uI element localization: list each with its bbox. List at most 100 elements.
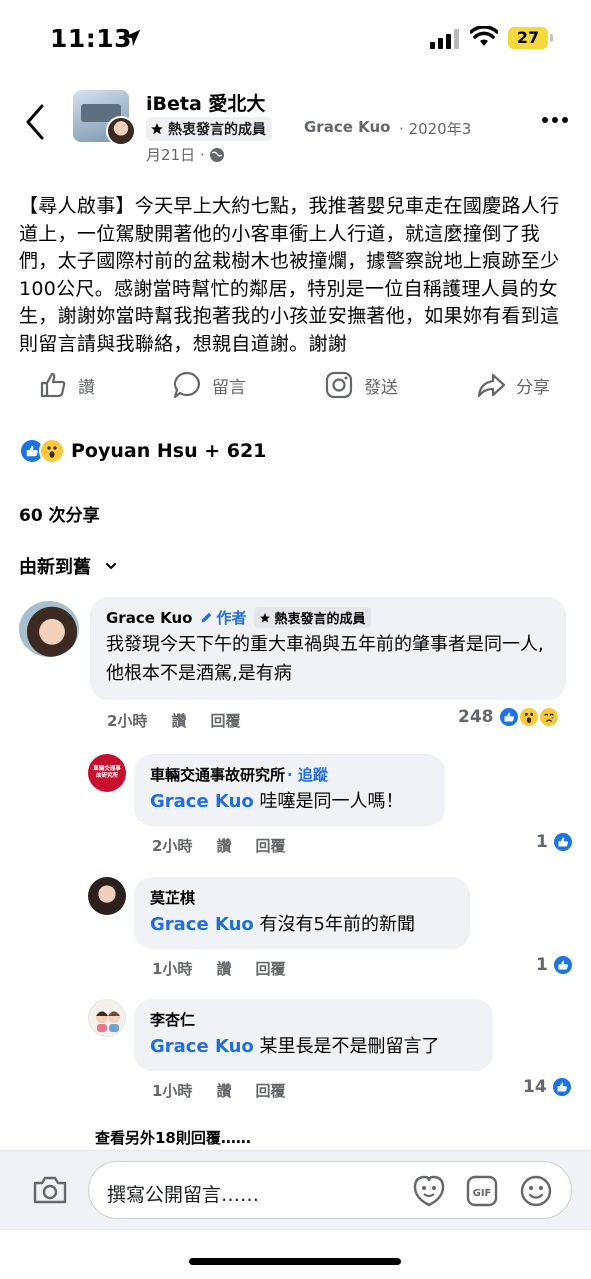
reply-body: 有沒有5年前的新聞 bbox=[253, 914, 415, 935]
instagram-icon bbox=[325, 371, 353, 399]
wow-reaction-icon bbox=[517, 706, 540, 728]
avatar-logo-text: 車輛交通事故研究所 bbox=[93, 766, 121, 779]
battery-cap bbox=[550, 34, 553, 42]
like-reaction-icon bbox=[551, 954, 574, 976]
reply-body: 某里長是不是刪留言了 bbox=[253, 1036, 440, 1057]
commenter-avatar[interactable] bbox=[88, 999, 126, 1037]
reply-reaction-count[interactable]: 1 bbox=[536, 831, 574, 853]
post-header: iBeta 愛北大 熱衷發言的成員 Grace Kuo · 2020年3 月21… bbox=[0, 80, 591, 170]
reply-meta: 1小時 讚 回覆 bbox=[152, 958, 285, 979]
cartoon-couple-icon bbox=[96, 1011, 120, 1032]
comment-author[interactable]: Grace Kuo bbox=[106, 609, 192, 627]
reply-body: 哇噻是同一人嗎！ bbox=[253, 791, 404, 812]
reply-reaction-count[interactable]: 1 bbox=[536, 954, 574, 976]
comment-input-placeholder: 撰寫公開留言…… bbox=[107, 1184, 260, 1206]
reply-meta: 1小時 讚 回覆 bbox=[152, 1080, 285, 1101]
reply-author[interactable]: 莫芷棋 bbox=[150, 887, 195, 908]
star-icon bbox=[151, 123, 163, 135]
badge-label: 熱衷發言的成員 bbox=[168, 122, 266, 138]
commenter-avatar[interactable]: 車輛交通事故研究所 bbox=[88, 754, 126, 792]
comment-text: 我發現今天下午的重大車禍與五年前的肇事者是同一人,他根本不是酒駕,是有病 bbox=[106, 634, 544, 684]
group-name[interactable]: iBeta 愛北大 bbox=[146, 89, 265, 116]
status-bar: 11:13 27 bbox=[0, 0, 591, 80]
reply-bubble: 李杏仁 Grace Kuo 某里長是不是刪留言了 bbox=[134, 999, 493, 1071]
mention-link[interactable]: Grace Kuo bbox=[150, 791, 254, 812]
view-more-replies-link[interactable]: 查看另外18則回覆…… bbox=[95, 1127, 251, 1148]
reaction-summary[interactable]: Poyuan Hsu + 621 bbox=[19, 438, 266, 464]
share-count[interactable]: 60 次分享 bbox=[19, 501, 100, 526]
avatar-sticker-icon[interactable] bbox=[411, 1174, 447, 1208]
follow-button[interactable]: · 追蹤 bbox=[287, 764, 328, 785]
comment-reaction-count[interactable]: 248 bbox=[458, 706, 560, 728]
comment-composer: 撰寫公開留言…… GIF bbox=[0, 1150, 591, 1230]
reply-meta: 2小時 讚 回覆 bbox=[152, 835, 285, 856]
comment-time[interactable]: 2小時 bbox=[107, 710, 147, 731]
thumbs-up-icon bbox=[40, 372, 66, 398]
wifi-icon bbox=[470, 26, 498, 46]
reaction-count-value: 1 bbox=[536, 832, 548, 852]
camera-icon[interactable] bbox=[32, 1175, 68, 1205]
author-tag: 作者 bbox=[200, 607, 246, 628]
battery-indicator: 27 bbox=[508, 27, 548, 49]
sort-label: 由新到舊 bbox=[19, 557, 91, 578]
emoji-icon[interactable] bbox=[519, 1174, 553, 1208]
like-action-button[interactable]: 讚 bbox=[38, 370, 95, 400]
share-action-button[interactable]: 分享 bbox=[476, 370, 550, 400]
comment-like-button[interactable]: 讚 bbox=[171, 710, 186, 731]
commenter-avatar[interactable] bbox=[19, 601, 79, 657]
reaction-count-value: 14 bbox=[523, 1077, 547, 1097]
reply-reply-button[interactable]: 回覆 bbox=[255, 958, 285, 979]
back-chevron-icon[interactable] bbox=[20, 102, 50, 142]
comment-action-button[interactable]: 留言 bbox=[172, 370, 246, 400]
reply-author[interactable]: 李杏仁 bbox=[150, 1009, 195, 1030]
gif-icon[interactable]: GIF bbox=[465, 1174, 499, 1208]
reaction-count-value: 248 bbox=[458, 707, 494, 727]
comment-sort-dropdown[interactable]: 由新到舊 bbox=[19, 553, 117, 579]
reply-time[interactable]: 1小時 bbox=[152, 958, 192, 979]
more-options-icon[interactable] bbox=[540, 115, 570, 125]
reply-text: Grace Kuo 有沒有5年前的新聞 bbox=[150, 910, 454, 939]
share-arrow-icon bbox=[477, 373, 506, 398]
reaction-count-value: 1 bbox=[536, 955, 548, 975]
post-date-part1[interactable]: · 2020年3 bbox=[399, 118, 471, 139]
reply-reply-button[interactable]: 回覆 bbox=[255, 1080, 285, 1101]
comment-reply-button[interactable]: 回覆 bbox=[210, 710, 240, 731]
reaction-names: Poyuan Hsu + 621 bbox=[71, 440, 267, 462]
wow-reaction-icon bbox=[39, 438, 65, 464]
reply-author[interactable]: 車輛交通事故研究所 bbox=[150, 764, 285, 785]
top-fan-badge: 熱衷發言的成員 bbox=[254, 607, 371, 628]
reply-time[interactable]: 1小時 bbox=[152, 1080, 192, 1101]
reply-text: Grace Kuo 哇噻是同一人嗎！ bbox=[150, 787, 429, 816]
reply-like-button[interactable]: 讚 bbox=[216, 1080, 231, 1101]
poster-avatar[interactable] bbox=[106, 116, 136, 146]
signal-icon bbox=[430, 29, 459, 49]
location-arrow-icon bbox=[123, 29, 141, 47]
sad-reaction-icon bbox=[537, 706, 560, 728]
reply-like-button[interactable]: 讚 bbox=[216, 835, 231, 856]
poster-name[interactable]: Grace Kuo bbox=[304, 118, 390, 136]
home-indicator bbox=[189, 1258, 401, 1265]
send-action-button[interactable]: 發送 bbox=[324, 370, 398, 400]
post-date-part2[interactable]: 月21日 · bbox=[146, 144, 205, 165]
author-tag-label: 作者 bbox=[216, 609, 247, 627]
reply-reply-button[interactable]: 回覆 bbox=[255, 835, 285, 856]
send-action-label: 發送 bbox=[364, 377, 398, 398]
comment-bubble: Grace Kuo 作者 熱衷發言的成員 我發現今天下午的重大車禍與五年前的肇事… bbox=[90, 597, 566, 700]
svg-text:GIF: GIF bbox=[473, 1188, 492, 1199]
comment-input[interactable]: 撰寫公開留言…… GIF bbox=[88, 1161, 572, 1219]
comment-action-label: 留言 bbox=[212, 377, 246, 398]
reply-time[interactable]: 2小時 bbox=[152, 835, 192, 856]
share-action-label: 分享 bbox=[516, 377, 550, 398]
commenter-avatar[interactable] bbox=[88, 877, 126, 915]
reply-reaction-count[interactable]: 14 bbox=[523, 1076, 573, 1098]
comment-icon bbox=[173, 371, 200, 399]
reply-like-button[interactable]: 讚 bbox=[216, 958, 231, 979]
badge-label: 熱衷發言的成員 bbox=[274, 612, 366, 627]
like-reaction-icon bbox=[550, 1076, 573, 1098]
status-time: 11:13 bbox=[50, 24, 133, 53]
pencil-icon bbox=[202, 612, 212, 623]
mention-link[interactable]: Grace Kuo bbox=[150, 914, 254, 935]
mention-link[interactable]: Grace Kuo bbox=[150, 1036, 254, 1057]
comment-header: Grace Kuo 作者 熱衷發言的成員 bbox=[106, 607, 550, 628]
reply-header: 莫芷棋 bbox=[150, 887, 454, 908]
